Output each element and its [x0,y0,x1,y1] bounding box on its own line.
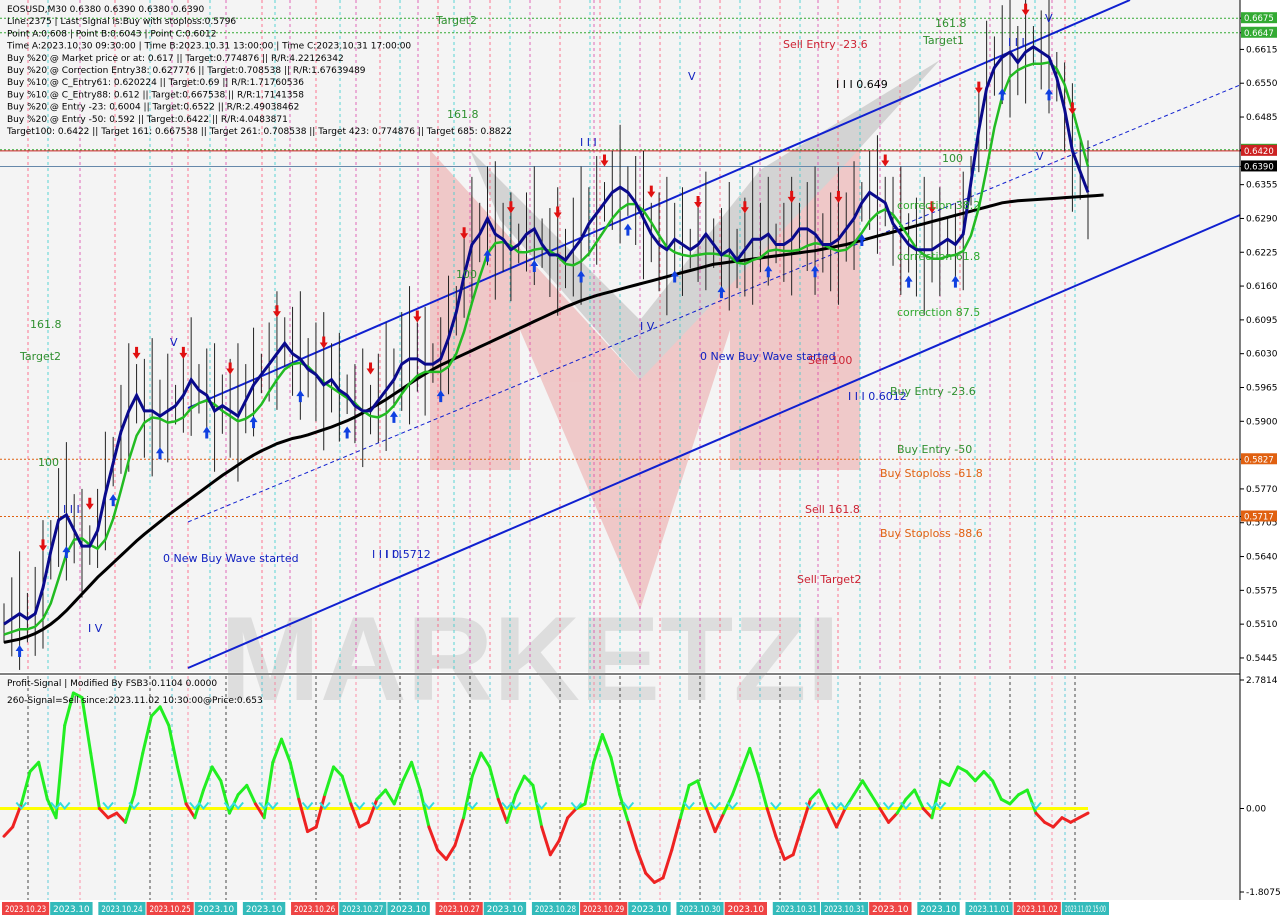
info-line: Buy %20 @ Correction Entry38: 0.627776 |… [7,66,366,76]
info-line: Buy %20 @ Market price or at: 0.617 || T… [7,54,344,64]
info-line: EOSUSD,M30 0.6380 0.6390 0.6380 0.6390 [7,5,204,15]
price-tick-label: 0.5445 [1246,654,1278,664]
price-tick-label: 0.6290 [1246,214,1278,224]
annotation-label: I I I 0.649 [836,78,888,91]
price-tick-label: 0.6355 [1246,181,1278,191]
annotation-label: 161.8 [447,108,479,121]
info-line: Time A:2023.10.30 09:30:00 | Time B:2023… [6,42,411,52]
price-tag-label: 0.6675 [1244,14,1274,24]
time-tag-label: 2023.10.25 [150,905,191,915]
annotation-label: V [1045,12,1053,25]
osc-tick-label: 0.00 [1246,804,1266,814]
time-tag-label: 2023.10 [728,905,764,915]
annotation-label: I V [640,320,655,333]
time-tag-label: 2023.10.29 [583,905,624,915]
annotation-label: 100 [942,152,963,165]
time-tag-label: 2023.10 [631,905,667,915]
price-tick-label: 0.5770 [1246,485,1278,495]
annotation-label: I I I [1008,36,1025,49]
osc-tick-label: 2.7814 [1246,676,1278,686]
annotation-label: 100 [456,268,477,281]
time-tag-label: 2023.10.30 [679,905,720,915]
price-tag-label: 0.6647 [1244,29,1274,39]
price-tick-label: 0.5640 [1246,553,1278,563]
annotation-label: 161.8 [30,318,62,331]
annotation-label: Target1 [922,34,964,47]
time-tag-label: 2023.10.23 [5,905,46,915]
annotation-label: 161.8 [935,17,967,30]
annotation-label: I I I [63,503,80,516]
time-tag-label: 2023.10 [872,905,908,915]
annotation-label: Buy Entry -50 [897,443,972,456]
time-tag-label: 2023.10 [390,905,426,915]
time-tag-label: 2023.10 [920,905,956,915]
price-tag-label: 0.5717 [1244,512,1274,522]
info-line: Line:2375 | Last Signal is:Buy with stop… [7,17,236,27]
chart-canvas: MARKETZI Target2 161.8Target1Sell Entry -… [0,0,1280,920]
price-tick-label: 0.6030 [1246,350,1278,360]
time-tag-label: 2023.10.27 [439,905,480,915]
annotation-label: V [1036,150,1044,163]
price-tick-label: 0.5510 [1246,620,1278,630]
time-tag-label: 2023.11.02 15:00 [1065,905,1106,915]
info-line: Target100: 0.6422 || Target 161: 0.66753… [6,127,512,137]
time-tag-label: 2023.10 [198,905,234,915]
annotation-label: I V [0,0,15,3]
osc-tick-label: -1.8075 [1246,888,1280,898]
annotation-label: I I I [580,136,597,149]
annotation-label: Target2 [435,14,477,27]
price-tick-label: 0.6485 [1246,113,1278,123]
price-tick-label: 0.5900 [1246,417,1278,427]
price-tag-label: 0.5827 [1244,455,1274,465]
price-tick-label: 0.6160 [1246,282,1278,292]
annotation-label: Buy Stoploss -88.6 [880,527,983,540]
annotation-label: Sell Entry -23.6 [783,38,868,51]
time-tag-label: 2023.10.27 [342,905,383,915]
annotation-label: Sell 100 [808,354,852,367]
annotation-label: V [170,336,178,349]
osc-subtitle: 260-Signal=Sell since:2023.11.02 10:30:0… [7,696,263,706]
annotation-label: correction 61.8 [897,250,980,263]
annotation-label: Buy Stoploss -61.8 [880,467,983,480]
time-tag-label: 2023.10 [246,905,282,915]
price-tick-label: 0.5965 [1246,383,1278,393]
annotation-label: 0 New Buy Wave started [163,552,299,565]
price-tick-label: 0.5575 [1246,586,1278,596]
annotation-label: 100 [38,456,59,469]
price-tag-label: 0.6420 [1244,147,1274,157]
info-line: Buy %20 @ Entry -50: 0.592 || Target:0.6… [7,115,288,125]
time-tag-label: 2023.10.31 [824,905,865,915]
annotation-label: Sell 161.8 [805,503,860,516]
info-line: Buy %10 @ C_Entry61: 0.620224 || Target:… [7,78,304,88]
annotation-label: Buy Entry -23.6 [890,385,976,398]
price-tick-label: 0.6615 [1246,45,1278,55]
price-tag-label: 0.6390 [1244,162,1274,172]
price-tick-label: 0.6225 [1246,248,1278,258]
time-tag-label: 2023.10.26 [294,905,335,915]
price-tick-label: 0.6550 [1246,79,1278,89]
osc-title: Profit-Signal | Modified By FSB3 0.1104 … [7,679,217,689]
price-tick-label: 0.6095 [1246,316,1278,326]
time-tag-label: 2023.10.24 [101,905,142,915]
time-tag-label: 2023.10.28 [535,905,576,915]
time-tag-label: 2023.11.01 [968,905,1009,915]
info-line: Point A:0.608 | Point B:0.6043 | Point C… [7,29,216,39]
annotation-label: Target2 [19,350,61,363]
time-tag-label: 2023.11.02 [1017,905,1058,915]
time-axis: 2023.10.23 2023.10 2023.10.24 2023.10.25 202… [0,900,1280,920]
annotation-label: V [688,70,696,83]
annotation-label: Sell Target2 [797,573,861,586]
info-line: Buy %10 @ C_Entry88: 0.612 || Target:0.6… [7,90,304,100]
time-tag-label: 2023.10 [487,905,523,915]
annotation-label: correction 87.5 [897,306,980,319]
annotation-label: correction 38.2 [897,199,980,212]
time-tag-label: 2023.10.31 [776,905,817,915]
time-tag-label: 2023.10 [53,905,89,915]
annotation-label: I V [88,622,103,635]
info-line: Buy %20 @ Entry -23: 0.6004 || Target:0.… [7,103,299,113]
annotation-label: I I I [385,548,402,561]
